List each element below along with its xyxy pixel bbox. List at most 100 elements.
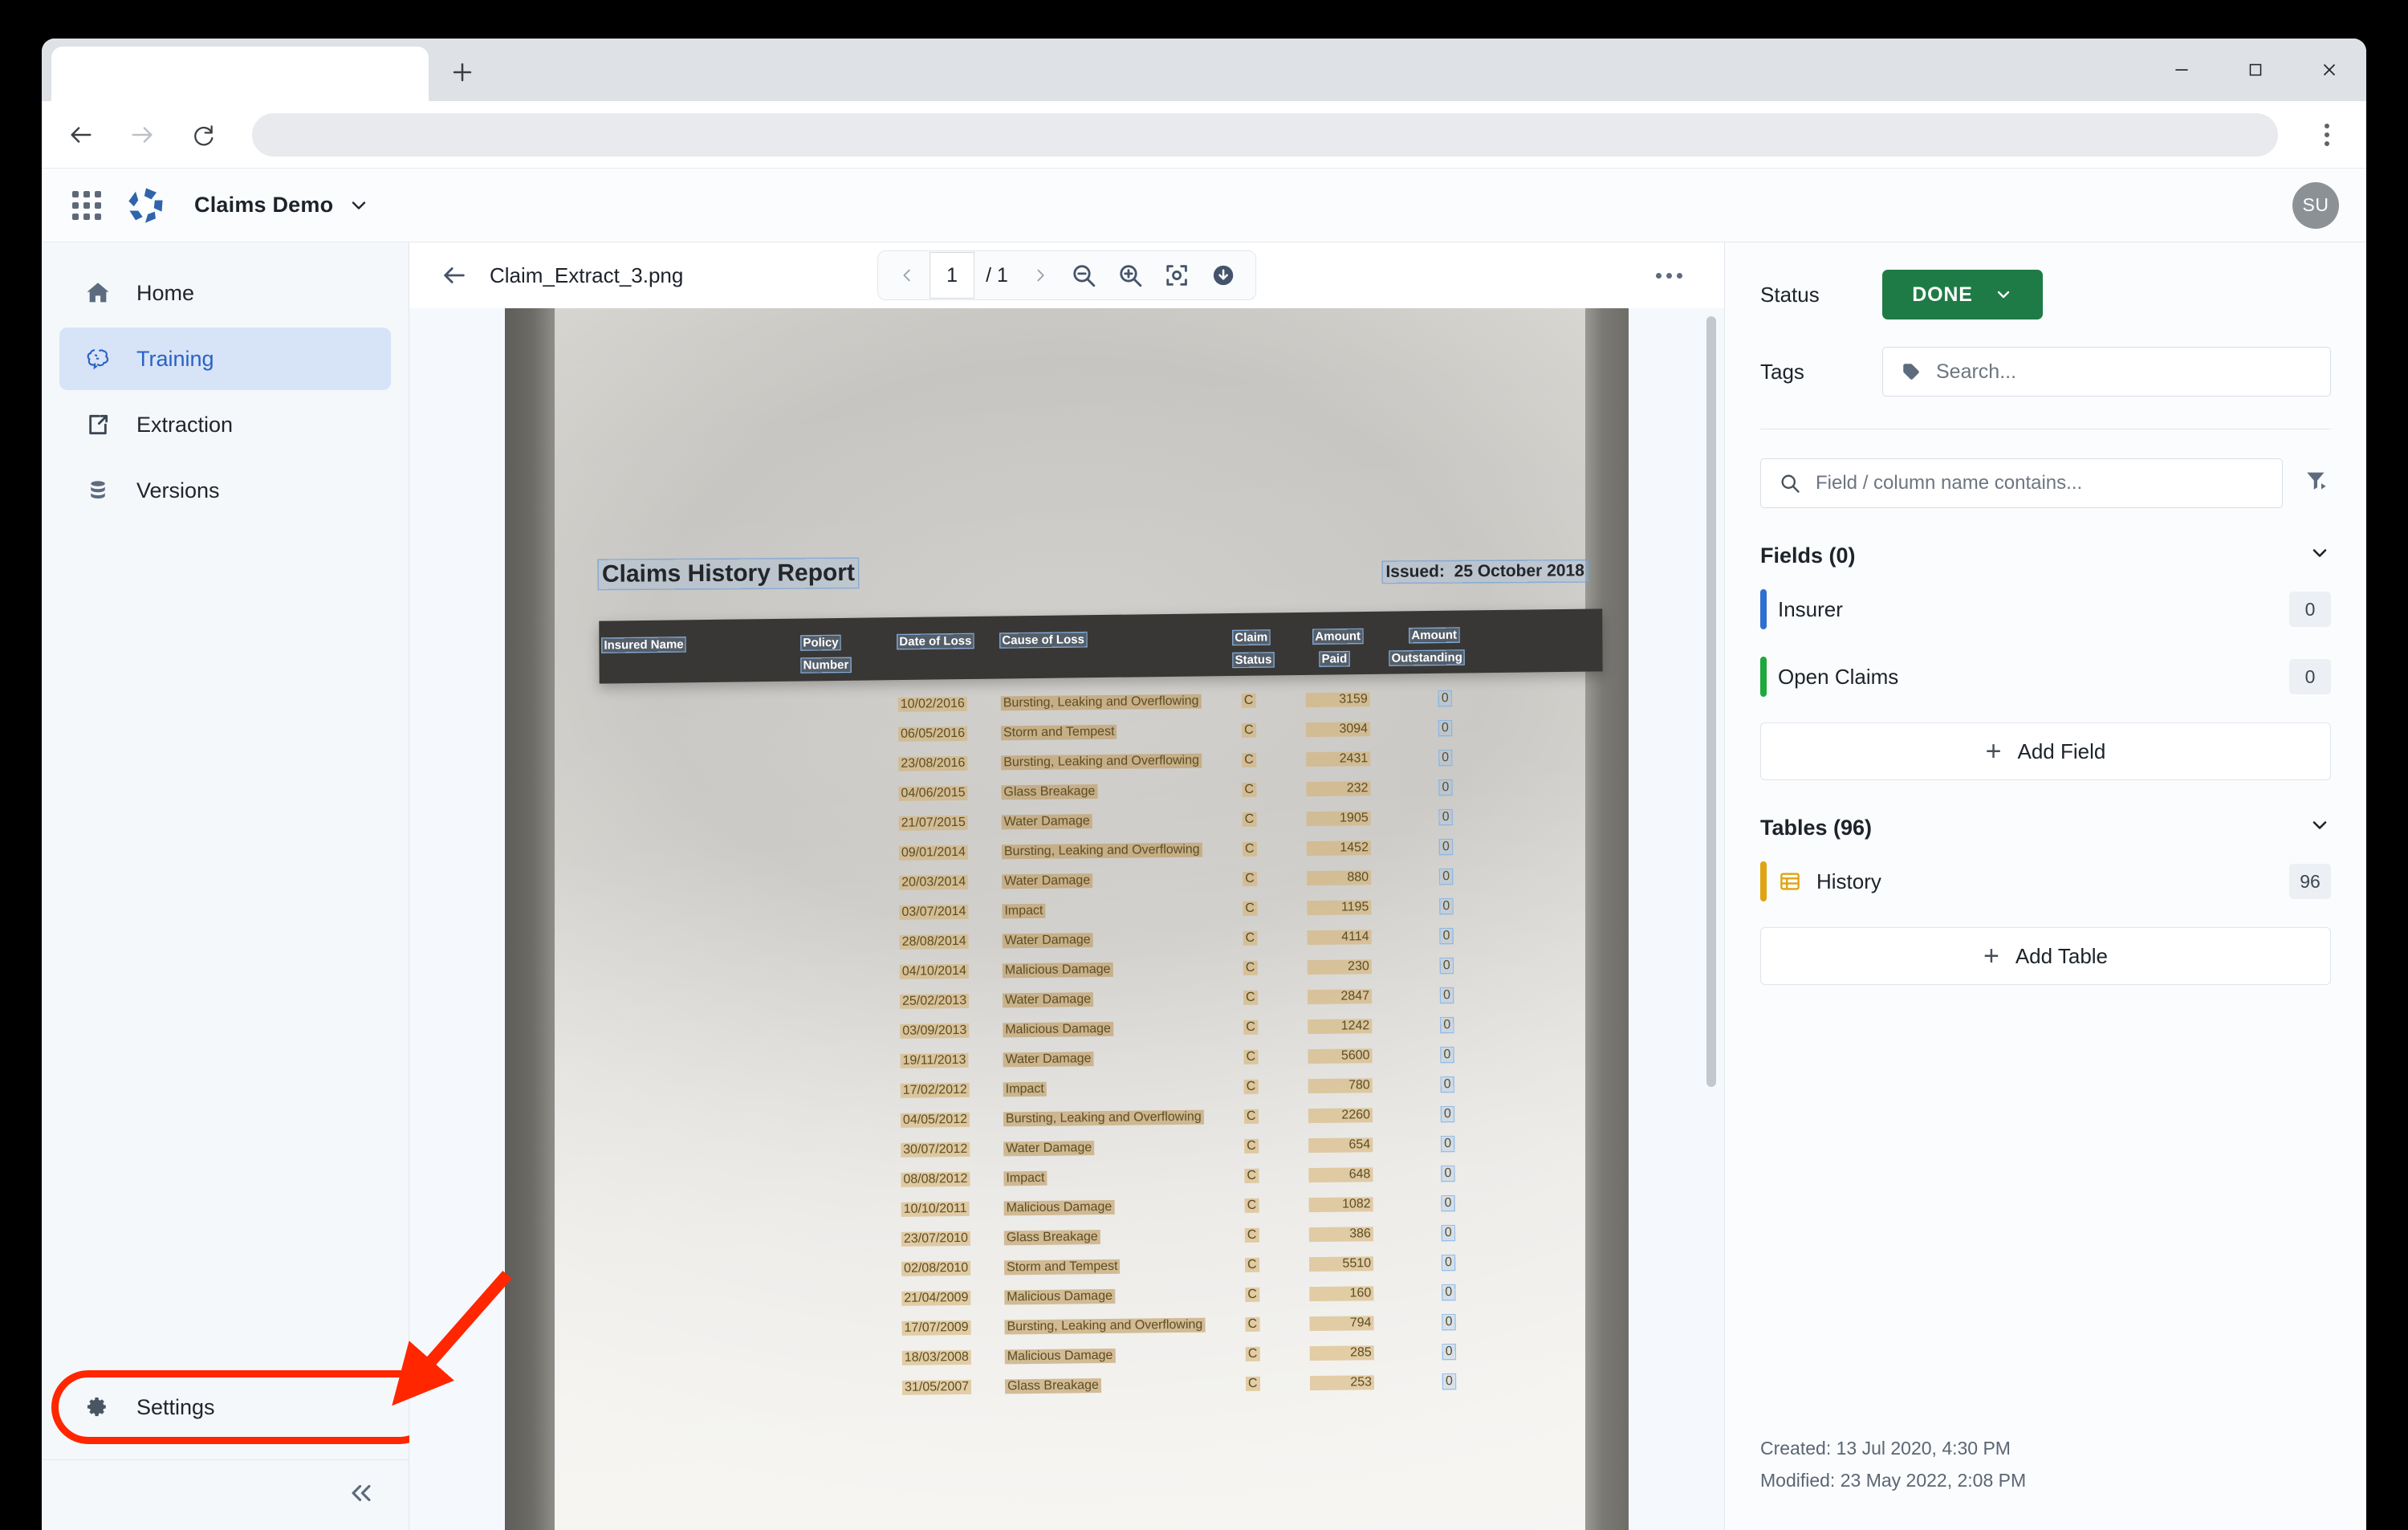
cell-cause-of-loss: Water Damage bbox=[1003, 1141, 1095, 1157]
cell-cause-of-loss: Malicious Damage bbox=[1003, 1199, 1115, 1216]
zoom-out-button[interactable] bbox=[1063, 254, 1104, 296]
report-issued-date: 25 October 2018 bbox=[1454, 561, 1584, 581]
app-header: Claims Demo SU bbox=[42, 169, 2366, 242]
tables-collapse-button[interactable] bbox=[2308, 814, 2331, 842]
table-name: History bbox=[1816, 869, 1881, 893]
browser-reload-button[interactable] bbox=[185, 116, 222, 153]
add-field-button[interactable]: + Add Field bbox=[1760, 722, 2331, 780]
table-row-history[interactable]: History 96 bbox=[1760, 853, 2331, 909]
cell-amount-outstanding: 0 bbox=[1442, 1255, 1455, 1271]
tags-input[interactable]: Search... bbox=[1882, 347, 2331, 397]
page-number-input[interactable]: 1 bbox=[929, 252, 975, 299]
field-count: 0 bbox=[2289, 592, 2331, 627]
report-table: Insured Name Policy Number Date of Loss … bbox=[599, 608, 1607, 1411]
document-toolbar: Claim_Extract_3.png 1 / 1 bbox=[409, 242, 1724, 308]
photo-edge-left bbox=[505, 308, 555, 1530]
close-button[interactable] bbox=[2292, 39, 2366, 101]
cell-amount-paid: 3159 bbox=[1305, 692, 1370, 708]
cell-date-of-loss: 17/02/2012 bbox=[900, 1082, 970, 1098]
prev-page-button[interactable] bbox=[889, 256, 925, 295]
field-row-open-claims[interactable]: Open Claims 0 bbox=[1760, 649, 2331, 705]
cell-amount-outstanding: 0 bbox=[1441, 1077, 1454, 1093]
cell-claim-status: C bbox=[1245, 1287, 1259, 1303]
workspace-name[interactable]: Claims Demo bbox=[194, 193, 333, 218]
next-page-button[interactable] bbox=[1023, 256, 1058, 295]
document-page-image[interactable]: Claims History Report Issued: 25 October… bbox=[505, 308, 1629, 1530]
modified-timestamp: Modified: 23 May 2022, 2:08 PM bbox=[1760, 1469, 2027, 1491]
sidebar-nav: Home Training Extraction Versions bbox=[42, 242, 409, 525]
url-bar[interactable] bbox=[252, 112, 2278, 157]
browser-forward-button[interactable] bbox=[124, 116, 161, 153]
home-icon bbox=[80, 279, 116, 307]
cell-cause-of-loss: Malicious Damage bbox=[1003, 1021, 1114, 1038]
avatar[interactable]: SU bbox=[2292, 181, 2339, 229]
tables-section-header[interactable]: Tables (96) bbox=[1760, 814, 2331, 842]
fields-collapse-button[interactable] bbox=[2308, 542, 2331, 570]
cell-amount-paid: 794 bbox=[1309, 1316, 1374, 1332]
cell-date-of-loss: 17/07/2009 bbox=[901, 1320, 971, 1336]
sidebar-item-extraction[interactable]: Extraction bbox=[59, 393, 391, 456]
cell-date-of-loss: 10/02/2016 bbox=[897, 696, 968, 712]
document-filename: Claim_Extract_3.png bbox=[490, 262, 684, 287]
fit-to-screen-button[interactable] bbox=[1156, 254, 1198, 296]
status-badge[interactable]: DONE bbox=[1882, 270, 2043, 319]
field-row-insurer[interactable]: Insurer 0 bbox=[1760, 581, 2331, 637]
cell-amount-outstanding: 0 bbox=[1439, 751, 1452, 766]
browser-back-button[interactable] bbox=[63, 116, 100, 153]
workspace-switcher-button[interactable] bbox=[348, 194, 370, 217]
field-search-row: Field / column name contains... bbox=[1760, 458, 2331, 508]
cell-claim-status: C bbox=[1243, 960, 1258, 976]
cell-cause-of-loss: Malicious Damage bbox=[1004, 1288, 1116, 1305]
sidebar-item-versions[interactable]: Versions bbox=[59, 459, 391, 522]
browser-toolbar bbox=[42, 101, 2366, 169]
document-back-button[interactable] bbox=[437, 258, 472, 293]
maximize-button[interactable] bbox=[2219, 39, 2292, 101]
fields-section-header[interactable]: Fields (0) bbox=[1760, 542, 2331, 570]
download-button[interactable] bbox=[1202, 254, 1244, 296]
document-more-button[interactable] bbox=[1650, 257, 1687, 294]
brain-icon bbox=[80, 345, 116, 372]
sidebar-item-settings[interactable]: Settings bbox=[59, 1376, 391, 1438]
sidebar-footer bbox=[42, 1459, 409, 1530]
panel-spacer bbox=[1760, 985, 2331, 1432]
document-scrollbar[interactable] bbox=[1705, 316, 1718, 1530]
cell-cause-of-loss: Storm and Tempest bbox=[1004, 1259, 1121, 1276]
created-timestamp: Created: 13 Jul 2020, 4:30 PM bbox=[1760, 1437, 2011, 1459]
cell-claim-status: C bbox=[1242, 752, 1256, 768]
browser-menu-button[interactable] bbox=[2308, 116, 2345, 153]
cell-date-of-loss: 31/05/2007 bbox=[901, 1379, 972, 1395]
new-tab-button[interactable] bbox=[437, 47, 488, 98]
apps-grid-icon[interactable] bbox=[69, 188, 104, 223]
col-date-of-loss: Date of Loss bbox=[897, 633, 974, 649]
cell-amount-outstanding: 0 bbox=[1442, 1285, 1455, 1300]
sidebar-item-home[interactable]: Home bbox=[59, 262, 391, 324]
field-search-input[interactable]: Field / column name contains... bbox=[1760, 458, 2283, 508]
cell-claim-status: C bbox=[1241, 693, 1256, 709]
sidebar-item-label: Settings bbox=[136, 1394, 215, 1419]
cell-claim-status: C bbox=[1245, 1376, 1260, 1392]
minimize-button[interactable] bbox=[2145, 39, 2219, 101]
cell-amount-outstanding: 0 bbox=[1442, 1374, 1455, 1390]
cell-amount-paid: 1905 bbox=[1306, 811, 1371, 827]
cell-claim-status: C bbox=[1243, 901, 1258, 917]
document-scrollbar-thumb[interactable] bbox=[1706, 316, 1716, 1087]
panel-metadata: Created: 13 Jul 2020, 4:30 PM Modified: … bbox=[1760, 1432, 2331, 1530]
cell-cause-of-loss: Bursting, Leaking and Overflowing bbox=[1001, 753, 1202, 771]
report-issued: Issued: 25 October 2018 bbox=[1382, 560, 1588, 583]
report-table-header: Insured Name Policy Number Date of Loss … bbox=[599, 608, 1603, 684]
browser-tab[interactable] bbox=[51, 47, 429, 101]
sidebar-item-label: Training bbox=[136, 346, 214, 371]
document-canvas[interactable]: Claims History Report Issued: 25 October… bbox=[409, 308, 1724, 1530]
filter-button[interactable] bbox=[2304, 468, 2331, 499]
sidebar-collapse-button[interactable] bbox=[348, 1479, 375, 1511]
add-table-button[interactable]: + Add Table bbox=[1760, 927, 2331, 985]
zoom-in-button[interactable] bbox=[1109, 254, 1151, 296]
cell-cause-of-loss: Water Damage bbox=[1002, 873, 1093, 889]
cell-cause-of-loss: Malicious Damage bbox=[1002, 962, 1113, 979]
cell-cause-of-loss: Bursting, Leaking and Overflowing bbox=[1003, 1109, 1204, 1127]
cell-cause-of-loss: Impact bbox=[1003, 1170, 1047, 1186]
cell-amount-paid: 1452 bbox=[1306, 840, 1372, 857]
cell-cause-of-loss: Water Damage bbox=[1003, 1052, 1094, 1068]
sidebar-item-training[interactable]: Training bbox=[59, 328, 391, 390]
